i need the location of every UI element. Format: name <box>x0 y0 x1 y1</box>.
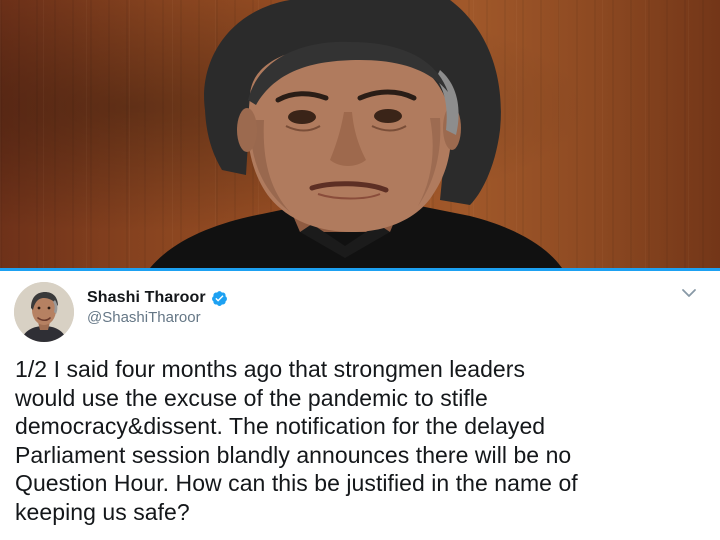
screenshot-frame: Shashi Tharoor @ShashiTharoor 1/2 I said… <box>0 0 720 540</box>
author-handle[interactable]: @ShashiTharoor <box>87 309 201 326</box>
header-photo <box>0 0 720 268</box>
author-name-row: Shashi Tharoor <box>87 288 228 308</box>
avatar[interactable] <box>14 282 74 342</box>
tweet-options-button[interactable] <box>680 286 698 300</box>
tweet-text: 1/2 I said four months ago that strongme… <box>15 356 578 525</box>
avatar-image <box>14 282 74 342</box>
verified-badge-icon <box>211 290 228 307</box>
chevron-down-icon <box>682 289 696 297</box>
tweet-card[interactable]: Shashi Tharoor @ShashiTharoor 1/2 I said… <box>0 271 720 540</box>
author-display-name[interactable]: Shashi Tharoor <box>87 289 206 307</box>
portrait-illustration <box>150 0 562 268</box>
